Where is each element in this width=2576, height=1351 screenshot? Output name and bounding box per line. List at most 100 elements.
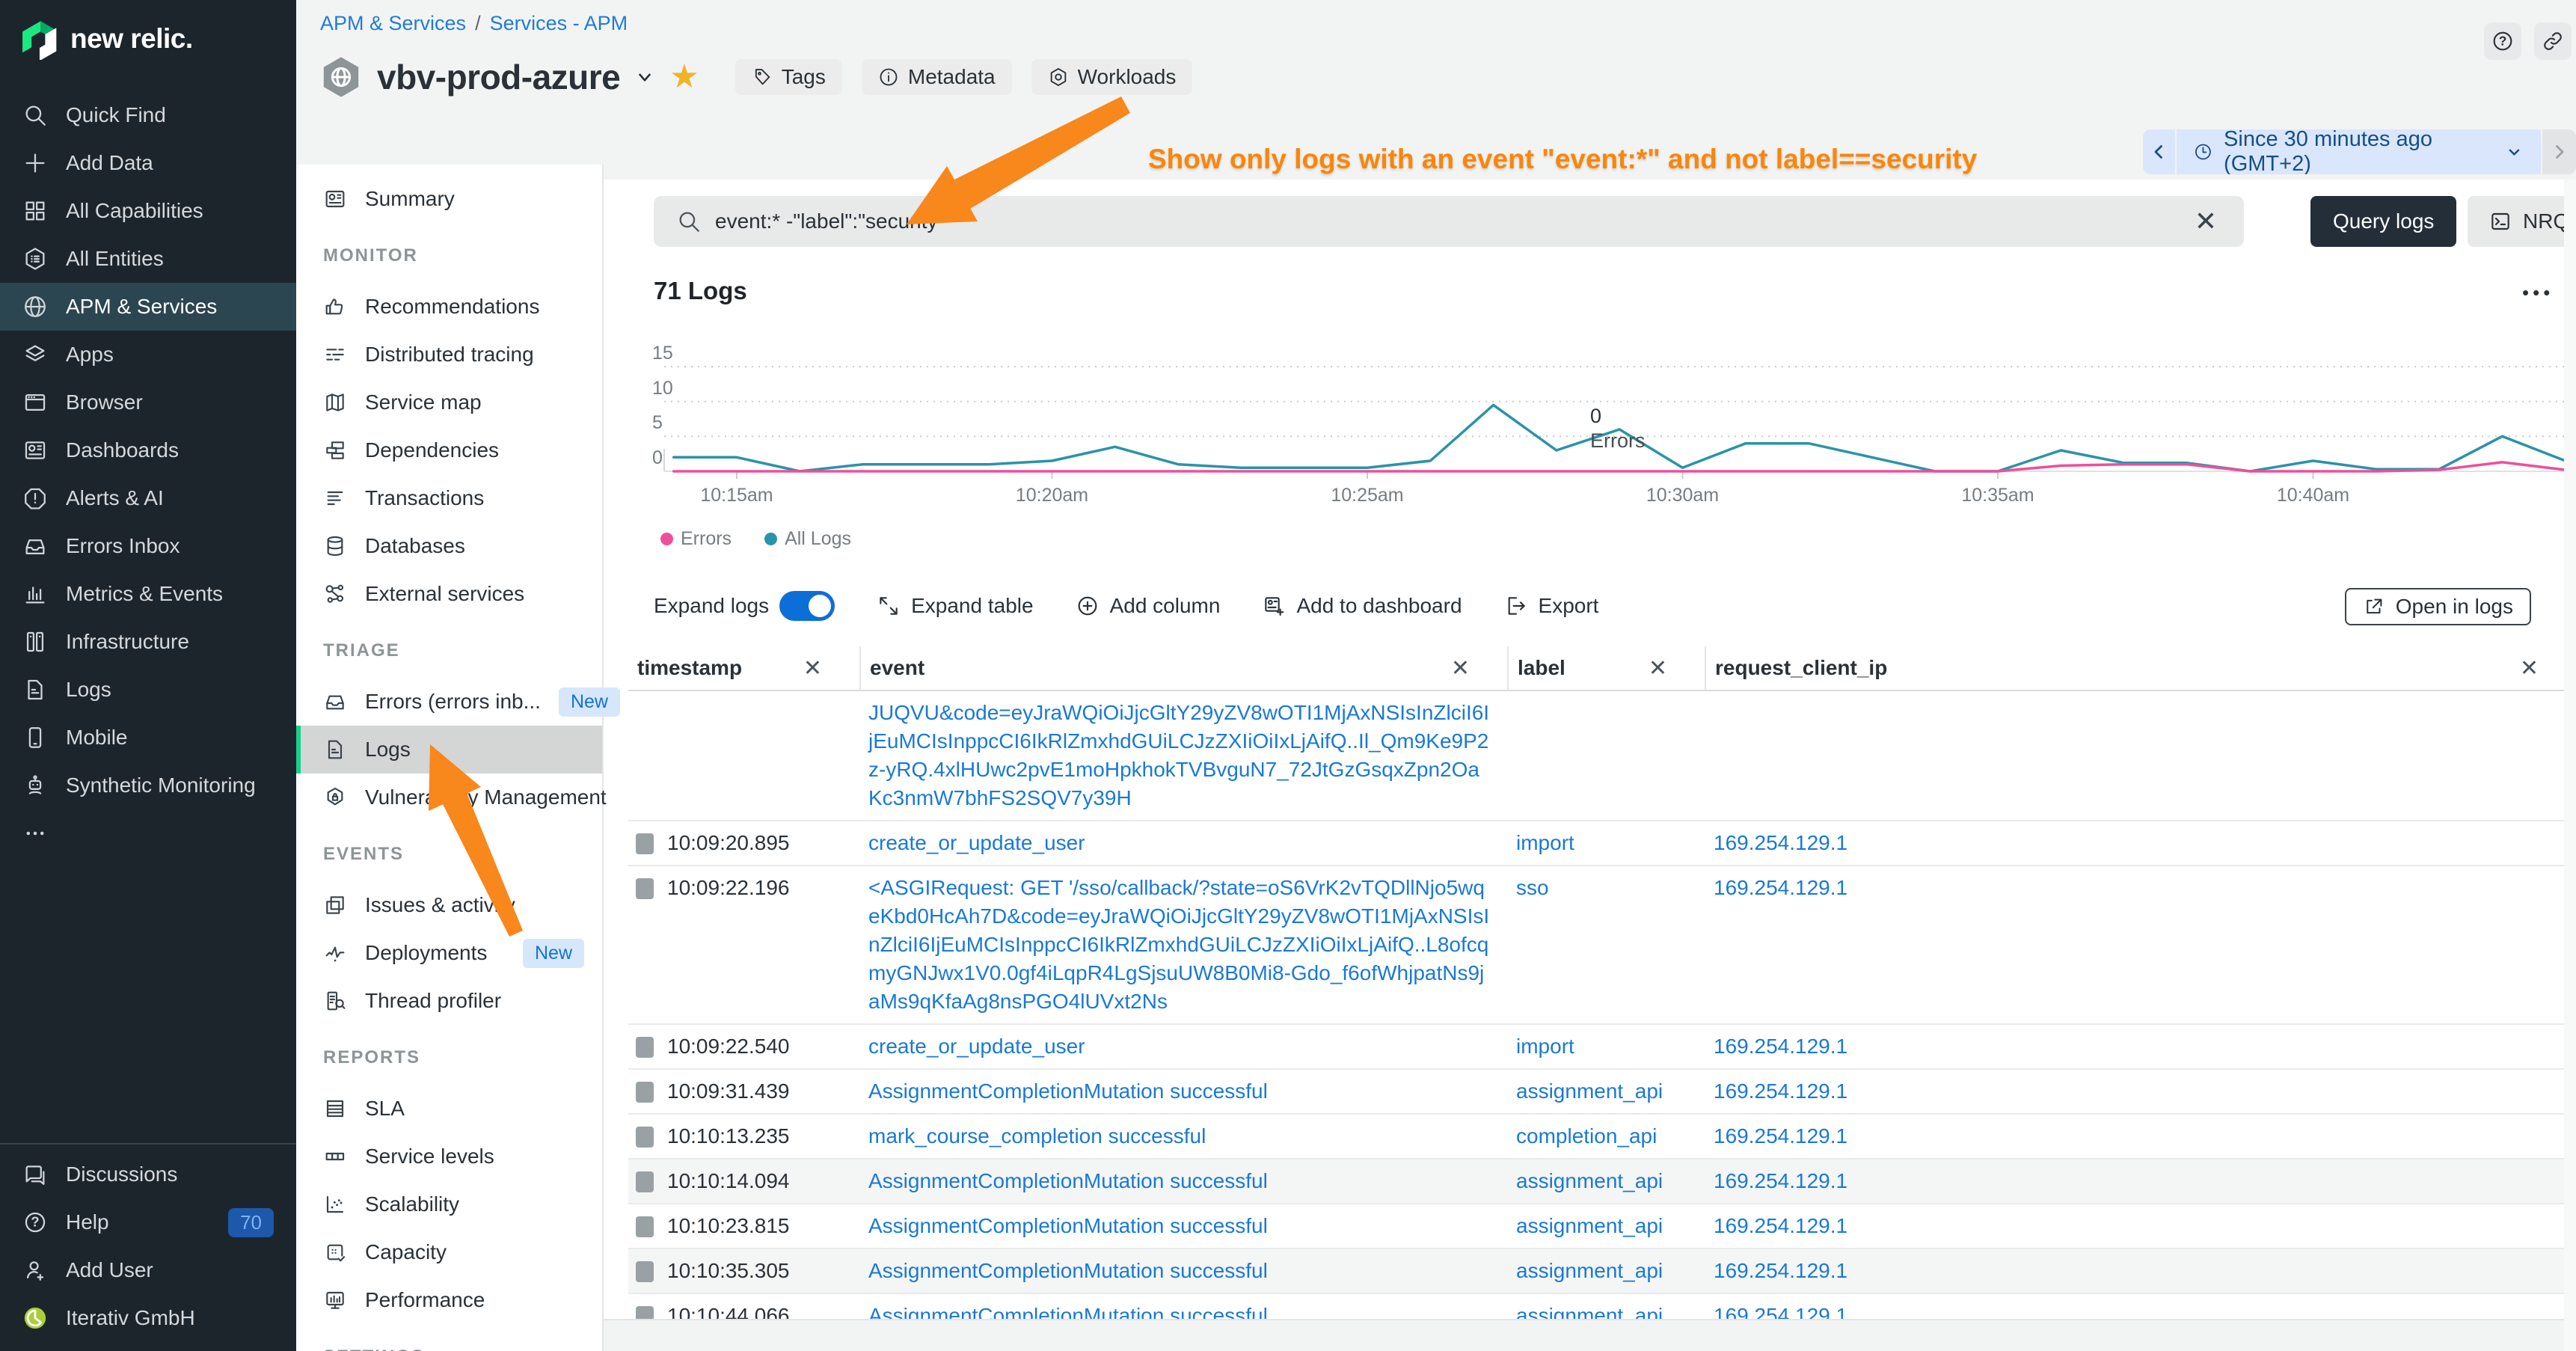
query-logs-button[interactable]: Query logs: [2310, 196, 2456, 247]
log-row[interactable]: 10:10:35.305AssignmentCompletionMutation…: [628, 1249, 2576, 1294]
sidebar-item-infrastructure[interactable]: Infrastructure: [0, 618, 296, 666]
permalink-button[interactable]: [2534, 22, 2572, 60]
nav-item-distributed-tracing[interactable]: Distributed tracing: [296, 331, 602, 379]
nav-item-thread-profiler[interactable]: Thread profiler: [296, 977, 602, 1025]
column-header-request-client-ip[interactable]: request_client_ip✕: [1705, 646, 2576, 690]
log-row[interactable]: 10:10:14.094AssignmentCompletionMutation…: [628, 1159, 2576, 1204]
event-link[interactable]: AssignmentCompletionMutation successful: [868, 1259, 1268, 1282]
nav-item-issues-activity[interactable]: Issues & activity: [296, 881, 602, 929]
nav-item-sla[interactable]: SLA: [296, 1085, 602, 1133]
log-row[interactable]: 10:09:22.196<ASGIRequest: GET '/sso/call…: [628, 866, 2576, 1025]
sidebar-item-add-data[interactable]: Add Data: [0, 139, 296, 187]
more-menu-icon[interactable]: •••: [2522, 281, 2554, 304]
event-link[interactable]: AssignmentCompletionMutation successful: [868, 1079, 1268, 1103]
breadcrumb-services-apm[interactable]: Services - APM: [490, 12, 628, 35]
sidebar-item-metrics-events[interactable]: Metrics & Events: [0, 570, 296, 618]
help-button[interactable]: ?: [2484, 22, 2521, 60]
ip-link[interactable]: 169.254.129.1: [1714, 876, 1847, 899]
logs-search-input[interactable]: event:* -"label":"security" ✕: [654, 196, 2244, 247]
sidebar-item-iterativ-gmbh[interactable]: Iterativ GmbH: [0, 1294, 296, 1342]
ip-link[interactable]: 169.254.129.1: [1714, 1124, 1847, 1148]
sidebar-item-errors-inbox[interactable]: Errors Inbox: [0, 522, 296, 570]
clear-query-icon[interactable]: ✕: [2190, 206, 2221, 237]
label-link[interactable]: assignment_api: [1516, 1169, 1663, 1192]
nav-item-scalability[interactable]: Scalability: [296, 1180, 602, 1228]
time-forward-button[interactable]: [2541, 129, 2576, 174]
sidebar-item-more[interactable]: [0, 809, 296, 857]
favorite-star-icon[interactable]: ★: [669, 61, 699, 94]
nav-item-capacity[interactable]: Capacity: [296, 1228, 602, 1276]
event-link[interactable]: create_or_update_user: [868, 831, 1085, 854]
sidebar-item-help[interactable]: ?Help70: [0, 1198, 296, 1246]
ip-link[interactable]: 169.254.129.1: [1714, 1259, 1847, 1282]
sidebar-item-add-user[interactable]: Add User: [0, 1246, 296, 1294]
sidebar-item-apps[interactable]: Apps: [0, 331, 296, 379]
column-header-timestamp[interactable]: timestamp✕: [628, 646, 859, 690]
remove-column-icon[interactable]: ✕: [1451, 655, 1470, 681]
label-link[interactable]: assignment_api: [1516, 1079, 1663, 1103]
ip-link[interactable]: 169.254.129.1: [1714, 831, 1847, 854]
metadata-button[interactable]: Metadata: [862, 59, 1012, 95]
nav-item-logs[interactable]: Logs: [296, 726, 602, 773]
remove-column-icon[interactable]: ✕: [1649, 655, 1667, 681]
sidebar-item-all-entities[interactable]: All Entities: [0, 235, 296, 283]
ip-link[interactable]: 169.254.129.1: [1714, 1079, 1847, 1103]
nav-item-dependencies[interactable]: Dependencies: [296, 426, 602, 474]
nav-item-vulnerability-management[interactable]: Vulnerability Management: [296, 773, 602, 821]
event-link[interactable]: AssignmentCompletionMutation successful: [868, 1214, 1268, 1237]
new-relic-logo[interactable]: new relic.: [18, 18, 193, 60]
tags-button[interactable]: Tags: [735, 59, 842, 95]
nav-item-transactions[interactable]: Transactions: [296, 474, 602, 522]
remove-column-icon[interactable]: ✕: [2520, 655, 2539, 681]
scrollbar-gutter[interactable]: [2564, 180, 2576, 1351]
log-row[interactable]: 10:10:23.815AssignmentCompletionMutation…: [628, 1204, 2576, 1249]
add-column-button[interactable]: Add column: [1076, 594, 1221, 618]
sidebar-item-alerts-ai[interactable]: Alerts & AI: [0, 474, 296, 522]
workloads-button[interactable]: Workloads: [1031, 59, 1193, 95]
nav-item-service-levels[interactable]: Service levels: [296, 1133, 602, 1180]
sidebar-item-browser[interactable]: Browser: [0, 379, 296, 426]
sidebar-item-discussions[interactable]: Discussions: [0, 1151, 296, 1198]
event-link[interactable]: create_or_update_user: [868, 1035, 1085, 1058]
export-button[interactable]: Export: [1504, 594, 1599, 618]
sidebar-item-dashboards[interactable]: Dashboards: [0, 426, 296, 474]
event-link[interactable]: mark_course_completion successful: [868, 1124, 1206, 1148]
time-range-button[interactable]: Since 30 minutes ago (GMT+2): [2177, 129, 2541, 174]
label-link[interactable]: assignment_api: [1516, 1259, 1663, 1282]
breadcrumb-apm-services[interactable]: APM & Services: [320, 12, 466, 35]
nav-item-service-map[interactable]: Service map: [296, 379, 602, 426]
ip-link[interactable]: 169.254.129.1: [1714, 1169, 1847, 1192]
sidebar-item-mobile[interactable]: Mobile: [0, 714, 296, 762]
ip-link[interactable]: 169.254.129.1: [1714, 1035, 1847, 1058]
title-chevron-down-icon[interactable]: [635, 67, 654, 87]
log-row[interactable]: 10:09:20.895create_or_update_userimport1…: [628, 821, 2576, 866]
sidebar-item-synthetic-monitoring[interactable]: Synthetic Monitoring: [0, 762, 296, 809]
log-row[interactable]: 10:09:22.540create_or_update_userimport1…: [628, 1025, 2576, 1070]
log-row[interactable]: JUQVU&code=eyJraWQiOiJjcGltY29yZV8wOTI1M…: [628, 691, 2576, 821]
open-in-logs-button[interactable]: Open in logs: [2345, 588, 2531, 625]
expand-logs-toggle[interactable]: Expand logs: [654, 591, 835, 621]
nav-item-deployments[interactable]: DeploymentsNew: [296, 929, 602, 977]
label-link[interactable]: import: [1516, 831, 1574, 854]
ip-link[interactable]: 169.254.129.1: [1714, 1214, 1847, 1237]
sidebar-item-all-capabilities[interactable]: All Capabilities: [0, 187, 296, 235]
sidebar-item-apm-services[interactable]: APM & Services: [0, 283, 296, 331]
legend-item-errors[interactable]: Errors: [660, 528, 732, 550]
nav-item-errors-errors-inb[interactable]: Errors (errors inb...New: [296, 678, 602, 726]
expand-table-button[interactable]: Expand table: [877, 594, 1033, 618]
nav-item-databases[interactable]: Databases: [296, 522, 602, 570]
event-link[interactable]: AssignmentCompletionMutation successful: [868, 1169, 1268, 1192]
event-link[interactable]: <ASGIRequest: GET '/sso/callback/?state=…: [868, 876, 1489, 1013]
sidebar-item-quick-find[interactable]: Quick Find: [0, 91, 296, 139]
log-row[interactable]: 10:10:13.235mark_course_completion succe…: [628, 1115, 2576, 1159]
add-to-dashboard-button[interactable]: Add to dashboard: [1262, 594, 1462, 618]
log-row[interactable]: 10:09:31.439AssignmentCompletionMutation…: [628, 1070, 2576, 1115]
nav-item-external-services[interactable]: External services: [296, 570, 602, 618]
nrql-button[interactable]: NRQL: [2468, 196, 2576, 247]
event-link[interactable]: JUQVU&code=eyJraWQiOiJjcGltY29yZV8wOTI1M…: [868, 701, 1489, 809]
label-link[interactable]: assignment_api: [1516, 1214, 1663, 1237]
nav-item-summary[interactable]: Summary: [296, 175, 602, 223]
label-link[interactable]: completion_api: [1516, 1124, 1657, 1148]
label-link[interactable]: sso: [1516, 876, 1549, 899]
time-back-button[interactable]: [2143, 129, 2177, 174]
